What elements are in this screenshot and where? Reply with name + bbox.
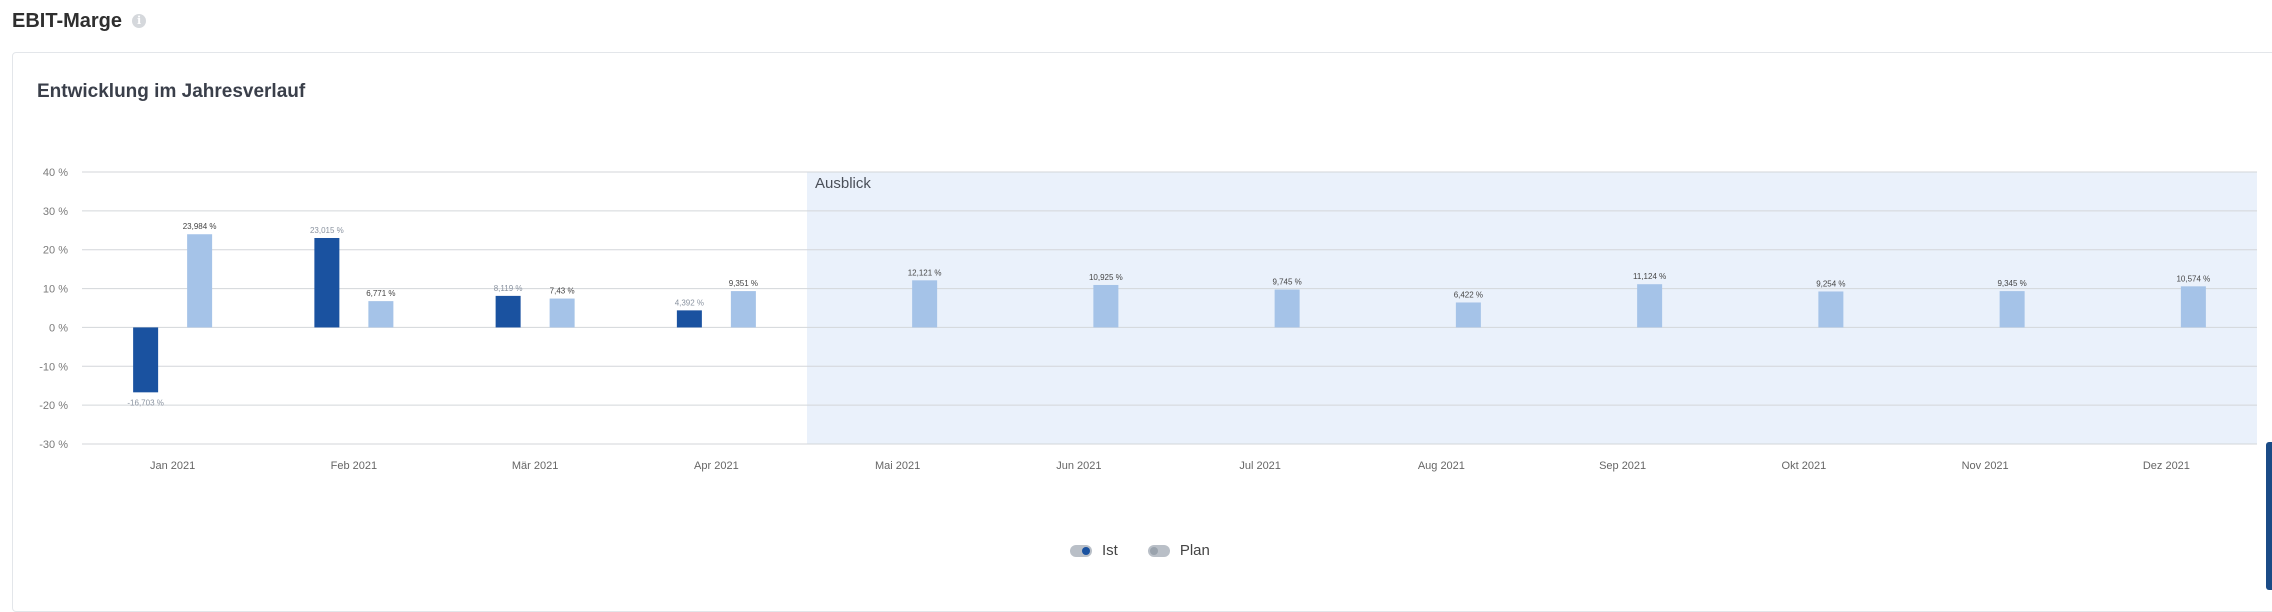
bar-chart: Ausblick 40 % 30 % 20 % 10 % 0 % -10 % -20 % -30… [39,167,2257,472]
data-label: 23,015 % [310,226,344,235]
data-label: 8,119 % [494,284,523,293]
data-label: 6,422 % [1454,290,1483,299]
bar-plan [1274,289,1300,328]
outlook-region-label: Ausblick [815,175,871,192]
bar-plan [368,301,394,328]
x-tick-label: Nov 2021 [1962,460,2009,472]
data-label: -16,703 % [127,398,163,407]
data-label: 4,392 % [675,298,704,307]
x-tick-label: Dez 2021 [2143,460,2190,472]
y-tick-label: -30 % [39,439,68,451]
outlook-region [807,172,2257,444]
bar-plan [912,280,938,328]
legend-item-plan[interactable]: Plan [1147,542,1210,559]
y-tick-label: 40 % [43,167,68,179]
bar-plan [549,298,575,328]
data-label: 6,771 % [366,289,395,298]
bar-ist [676,310,702,328]
data-label: 9,254 % [1816,279,1845,288]
bar-plan [1999,291,2025,328]
data-label: 10,925 % [1089,273,1123,282]
bar-plan [187,234,213,328]
scrollbar-handle[interactable] [2266,442,2272,590]
bar-plan [1818,291,1844,328]
chart-legend: Ist Plan [1070,542,1210,559]
data-label: 12,121 % [908,268,942,277]
data-label: 7,43 % [550,287,575,296]
x-tick-label: Okt 2021 [1782,460,1827,472]
data-label: 11,124 % [1633,272,1666,281]
toggle-icon[interactable] [1070,544,1092,557]
x-tick-label: Jan 2021 [150,460,195,472]
y-tick-label: -20 % [39,400,68,412]
x-tick-label: Jul 2021 [1239,460,1281,472]
x-tick-label: Mai 2021 [875,460,920,472]
x-tick-label: Feb 2021 [331,460,377,472]
x-tick-label: Apr 2021 [694,460,739,472]
data-label: 9,745 % [1272,278,1301,287]
bar-ist [133,327,159,393]
x-tick-label: Jun 2021 [1056,460,1101,472]
x-tick-label: Sep 2021 [1599,460,1646,472]
bar-plan [1093,284,1119,328]
y-tick-label: 10 % [43,284,68,296]
toggle-icon[interactable] [1147,544,1170,557]
data-label: 23,984 % [183,222,217,231]
bar-ist [314,237,340,328]
x-tick-label: Mär 2021 [512,460,558,472]
y-tick-label: 20 % [43,245,68,257]
x-tick-label: Aug 2021 [1418,460,1465,472]
bar-plan [2180,286,2206,328]
bar-ist [495,295,521,328]
data-label: 9,345 % [1997,279,2026,288]
data-label: 10,574 % [2176,274,2210,283]
data-label: 9,351 % [729,279,758,288]
y-tick-label: -10 % [39,361,68,373]
legend-label-plan: Plan [1179,542,1210,559]
bar-plan [730,291,756,328]
legend-label-ist: Ist [1102,542,1118,559]
legend-item-ist[interactable]: Ist [1070,542,1118,559]
y-tick-label: 30 % [43,206,68,218]
y-tick-label: 0 % [49,322,68,334]
bar-plan [1455,302,1481,328]
bar-plan [1637,284,1663,328]
